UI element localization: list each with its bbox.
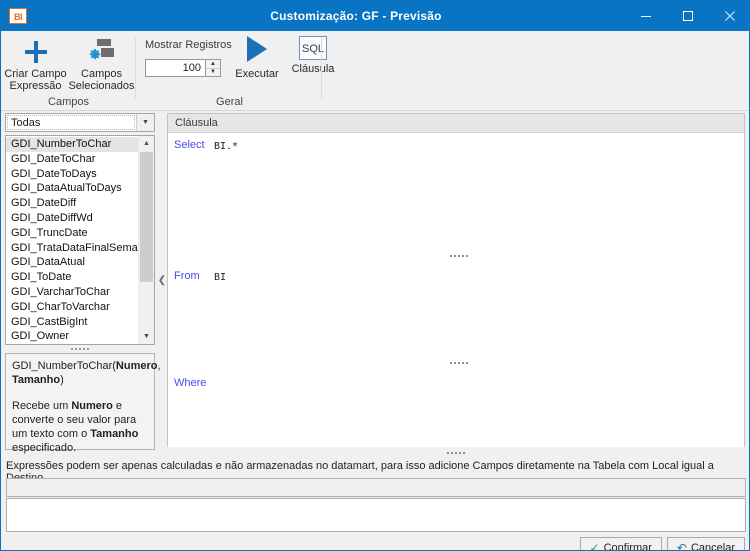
dialog-buttons: ✓ Confirmar ↶ Cancelar <box>579 537 745 551</box>
ribbon-separator-1 <box>135 37 136 99</box>
clausula-label: Cláusula <box>291 63 335 75</box>
check-icon: ✓ <box>589 540 600 551</box>
chevron-down-icon[interactable]: ▼ <box>136 114 154 131</box>
clause-keyword-where: Where <box>174 377 207 389</box>
list-item[interactable]: GDI_NumberToChar <box>6 137 140 152</box>
clause-bottom-splitter[interactable] <box>167 449 745 457</box>
campos-selecionados-button[interactable]: Campos Selecionados <box>68 35 135 92</box>
maximize-icon[interactable] <box>667 1 709 31</box>
clause-panel-header: Cláusula <box>168 114 744 133</box>
list-item[interactable]: GDI_DateToChar <box>6 152 140 167</box>
clause-row-splitter-1[interactable] <box>450 255 468 257</box>
ribbon-separator-2 <box>321 37 322 99</box>
cancel-label: Cancelar <box>690 541 735 551</box>
selected-fields-icon <box>87 37 117 67</box>
functions-listbox[interactable]: GDI_NumberToChar GDI_DateToChar GDI_Date… <box>5 135 155 345</box>
list-item[interactable]: GDI_CharToVarchar <box>6 300 140 315</box>
clause-keyword-from: From <box>174 270 200 282</box>
registros-stepper[interactable]: 100 ▲ ▼ <box>145 59 221 77</box>
ribbon-group-campos-label: Campos <box>48 96 89 108</box>
app-logo-icon: BI <box>9 8 27 24</box>
left-panel-splitter[interactable] <box>5 345 155 353</box>
function-signature: GDI_NumberToChar(Numero, Tamanho) <box>12 359 161 387</box>
criar-campo-label-2: Expressão <box>9 80 62 92</box>
signature-arg1: Numero <box>115 360 158 372</box>
minimize-icon[interactable] <box>625 1 667 31</box>
panel-splitter[interactable]: ❮ <box>157 113 167 448</box>
expression-name-field[interactable] <box>6 478 746 497</box>
campos-selecionados-label-1: Campos <box>81 68 122 80</box>
clause-editor[interactable]: Select BI.* From BI Where <box>168 133 744 447</box>
chevron-left-icon[interactable]: ❮ <box>158 275 166 286</box>
chevron-up-icon[interactable]: ▲ <box>139 136 154 151</box>
signature-arg2: Tamanho <box>12 374 61 386</box>
chevron-down-icon[interactable]: ▼ <box>139 329 154 344</box>
spin-up-icon[interactable]: ▲ <box>206 60 220 69</box>
criar-campo-label-1: Criar Campo <box>4 68 67 80</box>
ribbon-group-geral: Mostrar Registros 100 ▲ ▼ Executar SQL C… <box>137 31 334 110</box>
campos-selecionados-label-2: Selecionados <box>68 80 135 92</box>
list-item[interactable]: GDI_DataAtualToDays <box>6 181 140 196</box>
ribbon-toolbar: Criar Campo Expressão Campos Selecionado… <box>1 31 749 111</box>
signature-suffix: ) <box>60 374 64 386</box>
desc-part1: Recebe um <box>12 400 72 412</box>
functions-panel: Todas ▼ GDI_NumberToChar GDI_DateToChar … <box>5 113 161 454</box>
desc-bold2: Tamanho <box>90 428 139 440</box>
spin-down-icon[interactable]: ▼ <box>206 69 220 77</box>
registros-spin-buttons[interactable]: ▲ ▼ <box>205 59 221 77</box>
clause-panel: Cláusula Select BI.* From BI Where <box>167 113 745 447</box>
functions-list-scrollbar[interactable]: ▲ ▼ <box>138 136 154 344</box>
sql-icon: SQL <box>299 36 327 60</box>
functions-list: GDI_NumberToChar GDI_DateToChar GDI_Date… <box>6 136 150 345</box>
criar-campo-expressao-button[interactable]: Criar Campo Expressão <box>3 35 69 92</box>
clause-value-from[interactable]: BI <box>214 272 226 283</box>
clause-keyword-select: Select <box>174 139 205 151</box>
confirm-button[interactable]: ✓ Confirmar <box>579 537 662 551</box>
plus-icon <box>24 37 48 67</box>
list-item[interactable]: GDI_ToDate <box>6 270 140 285</box>
list-item[interactable]: Substr <box>6 344 140 345</box>
window-title: Customização: GF - Previsão <box>270 9 442 23</box>
list-item[interactable]: GDI_CastBigInt <box>6 315 140 330</box>
gear-icon <box>89 49 100 60</box>
executar-button[interactable]: Executar <box>229 33 285 80</box>
cancel-button[interactable]: ↶ Cancelar <box>666 537 745 551</box>
ribbon-group-campos: Criar Campo Expressão Campos Selecionado… <box>1 31 136 110</box>
desc-part3: especificado. <box>12 442 77 454</box>
mostrar-registros-label: Mostrar Registros <box>145 39 232 51</box>
list-item[interactable]: GDI_TruncDate <box>6 226 140 241</box>
title-bar: BI Customização: GF - Previsão <box>1 1 749 31</box>
filter-combo-value[interactable]: Todas <box>7 115 135 130</box>
list-item[interactable]: GDI_DateToDays <box>6 167 140 182</box>
customization-window: BI Customização: GF - Previsão Criar Cam… <box>0 0 750 551</box>
list-item[interactable]: GDI_Owner <box>6 329 140 344</box>
scrollbar-thumb[interactable] <box>140 152 153 282</box>
registros-input[interactable]: 100 <box>145 59 205 77</box>
list-item[interactable]: GDI_VarcharToChar <box>6 285 140 300</box>
list-item[interactable]: GDI_DataAtual <box>6 255 140 270</box>
executar-label: Executar <box>235 68 279 80</box>
close-icon[interactable] <box>709 1 749 31</box>
play-triangle-icon <box>247 33 267 65</box>
function-description-text: Recebe um Numero e converte o seu valor … <box>12 399 148 455</box>
confirm-label: Confirmar <box>603 541 652 551</box>
main-content: Todas ▼ GDI_NumberToChar GDI_DateToChar … <box>1 112 749 551</box>
clause-row-splitter-2[interactable] <box>450 362 468 364</box>
clause-value-select[interactable]: BI.* <box>214 141 238 152</box>
list-item[interactable]: GDI_TrataDataFinalSemana <box>6 241 150 256</box>
ribbon-group-geral-label: Geral <box>216 96 243 108</box>
signature-prefix: GDI_NumberToChar( <box>12 360 116 372</box>
filter-combo[interactable]: Todas ▼ <box>5 113 155 132</box>
list-item[interactable]: GDI_DateDiffWd <box>6 211 140 226</box>
undo-icon: ↶ <box>676 540 687 551</box>
window-controls <box>625 1 749 31</box>
desc-bold1: Numero <box>71 400 113 412</box>
clausula-button[interactable]: SQL Cláusula <box>287 33 339 75</box>
expression-editor-field[interactable] <box>6 498 746 532</box>
list-item[interactable]: GDI_DateDiff <box>6 196 140 211</box>
function-description: GDI_NumberToChar(Numero, Tamanho) Recebe… <box>5 353 161 454</box>
